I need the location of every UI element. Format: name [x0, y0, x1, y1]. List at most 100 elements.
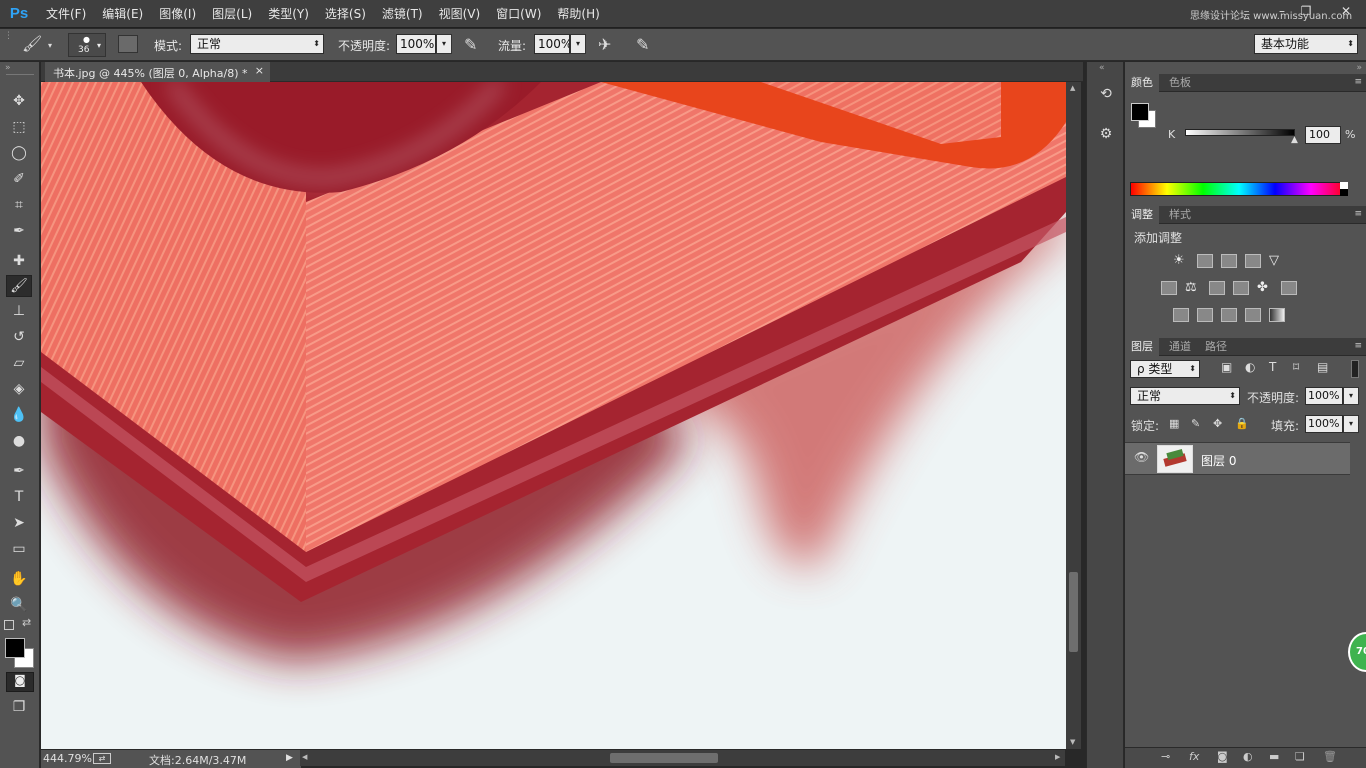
history-panel-icon[interactable]: ⟲ [1096, 86, 1116, 106]
menu-filter[interactable]: 滤镜(T) [374, 0, 431, 28]
blur-tool-icon[interactable]: 💧 [6, 404, 32, 426]
trash-icon[interactable]: 🗑 [1323, 750, 1337, 763]
tab-channels[interactable]: 通道 [1163, 338, 1197, 356]
filter-pixel-icon[interactable]: ▣ [1221, 360, 1232, 374]
layer-filter-select[interactable]: ρ 类型 ⬍ [1130, 360, 1200, 378]
expand-panels-icon[interactable]: « [1099, 63, 1105, 73]
k-slider-handle-icon[interactable]: ▲ [1291, 135, 1298, 145]
tab-swatches[interactable]: 色板 [1163, 74, 1197, 92]
ramp-black-swatch[interactable] [1340, 189, 1348, 196]
dodge-tool-icon[interactable]: ● [6, 430, 32, 452]
adjustment-icon[interactable]: ◐ [1243, 750, 1253, 763]
horizontal-scrollbar[interactable]: ◀ ▶ [300, 750, 1065, 766]
close-window-button[interactable]: ✕ [1336, 3, 1356, 19]
threshold-adjust-icon[interactable] [1221, 308, 1237, 322]
brush-tool-icon[interactable]: 🖌 [6, 275, 32, 297]
rectangle-tool-icon[interactable]: ▭ [6, 538, 32, 560]
quick-mask-icon[interactable]: ◙ [6, 672, 34, 692]
export-icon[interactable]: ⇄ [93, 753, 111, 764]
scroll-right-icon[interactable]: ▶ [1055, 753, 1060, 761]
default-colors-icon[interactable] [4, 620, 14, 630]
swap-colors-icon[interactable]: ⇄ [22, 616, 31, 629]
k-slider-track[interactable] [1185, 129, 1295, 136]
channel-mixer-adjust-icon[interactable]: ✤ [1257, 281, 1273, 295]
hue-saturation-adjust-icon[interactable] [1161, 281, 1177, 295]
lock-image-icon[interactable]: ✎ [1191, 417, 1200, 430]
properties-panel-icon[interactable]: ⚙ [1096, 126, 1116, 146]
history-brush-tool-icon[interactable]: ↺ [6, 326, 32, 348]
flow-input[interactable]: 100% [534, 34, 570, 54]
flow-dropdown-icon[interactable]: ▾ [570, 34, 586, 54]
pressure-size-icon[interactable]: ✎ [636, 35, 649, 54]
brush-panel-toggle-icon[interactable] [118, 35, 138, 53]
mask-icon[interactable]: ◙ [1217, 750, 1228, 763]
zoom-tool-icon[interactable]: 🔍 [6, 594, 32, 616]
healing-brush-tool-icon[interactable]: ✚ [6, 250, 32, 272]
k-value-input[interactable]: 100 [1305, 126, 1341, 144]
lasso-tool-icon[interactable]: ◯ [6, 142, 32, 164]
fill-dropdown-icon[interactable]: ▾ [1343, 415, 1359, 433]
lock-all-icon[interactable]: 🔒 [1235, 417, 1249, 430]
tab-adjustments[interactable]: 调整 [1125, 206, 1159, 224]
link-icon[interactable]: ⊸ [1161, 750, 1170, 763]
lock-position-icon[interactable]: ✥ [1213, 417, 1222, 430]
opacity-dropdown-icon[interactable]: ▾ [436, 34, 452, 54]
layer-row[interactable]: 👁 图层 0 [1125, 442, 1350, 475]
tab-layers[interactable]: 图层 [1125, 338, 1159, 356]
black-white-adjust-icon[interactable] [1209, 281, 1225, 295]
clone-stamp-tool-icon[interactable]: ⊥ [6, 300, 32, 322]
move-tool-icon[interactable]: ✥ [6, 90, 32, 112]
paint-bucket-tool-icon[interactable]: ◈ [6, 378, 32, 400]
collapse-panels-icon[interactable]: » [1356, 63, 1362, 73]
collapse-toolbox-icon[interactable]: » [5, 63, 11, 73]
brightness-adjust-icon[interactable]: ☀ [1173, 254, 1189, 268]
path-select-tool-icon[interactable]: ➤ [6, 512, 32, 534]
vertical-scrollbar[interactable]: ▲ ▼ [1066, 82, 1081, 749]
marquee-tool-icon[interactable]: ⬚ [6, 116, 32, 138]
vertical-scroll-thumb[interactable] [1069, 572, 1078, 652]
opacity-input[interactable]: 100% [396, 34, 436, 54]
exposure-adjust-icon[interactable] [1245, 254, 1261, 268]
filter-toggle-switch[interactable] [1351, 360, 1359, 378]
panel-menu-icon[interactable]: ≡ [1354, 209, 1362, 219]
workspace-select[interactable]: 基本功能 ⬍ [1254, 34, 1358, 54]
invert-adjust-icon[interactable] [1173, 308, 1189, 322]
pressure-opacity-icon[interactable]: ✎ [464, 35, 477, 54]
brush-size-picker[interactable]: ● 36 ▾ [68, 33, 106, 57]
mode-select[interactable]: 正常 ⬍ [190, 34, 324, 54]
scroll-down-icon[interactable]: ▼ [1070, 738, 1075, 746]
filter-adjustment-icon[interactable]: ◐ [1245, 360, 1255, 374]
folder-icon[interactable]: ▬ [1269, 750, 1279, 763]
pen-tool-icon[interactable]: ✒ [6, 460, 32, 482]
eyedropper-tool-icon[interactable]: ✒ [6, 220, 32, 242]
panel-menu-icon[interactable]: ≡ [1354, 341, 1362, 351]
photo-filter-adjust-icon[interactable] [1233, 281, 1249, 295]
vibrance-adjust-icon[interactable]: ▽ [1269, 254, 1285, 268]
menu-layer[interactable]: 图层(L) [204, 0, 260, 28]
lock-transparent-icon[interactable]: ▦ [1169, 417, 1179, 430]
layer-opacity-dropdown-icon[interactable]: ▾ [1343, 387, 1359, 405]
status-menu-icon[interactable]: ▶ [286, 753, 293, 763]
hand-tool-icon[interactable]: ✋ [6, 568, 32, 590]
zoom-level[interactable]: 444.79% [43, 752, 92, 765]
crop-tool-icon[interactable]: ⌗ [6, 194, 32, 216]
color-lookup-adjust-icon[interactable] [1281, 281, 1297, 295]
preset-dropdown-icon[interactable]: ▾ [48, 41, 52, 50]
menu-type[interactable]: 类型(Y) [260, 0, 317, 28]
document-canvas[interactable] [41, 82, 1066, 749]
tab-styles[interactable]: 样式 [1163, 206, 1197, 224]
eraser-tool-icon[interactable]: ▱ [6, 352, 32, 374]
filter-shape-icon[interactable]: ⌑ [1293, 360, 1299, 374]
menu-edit[interactable]: 编辑(E) [94, 0, 151, 28]
document-tab[interactable]: 书本.jpg @ 445% (图层 0, Alpha/8) * × [45, 62, 270, 82]
filter-smart-object-icon[interactable]: ▤ [1317, 360, 1328, 374]
horizontal-scroll-thumb[interactable] [610, 753, 718, 763]
posterize-adjust-icon[interactable] [1197, 308, 1213, 322]
menu-select[interactable]: 选择(S) [317, 0, 374, 28]
tab-paths[interactable]: 路径 [1199, 338, 1233, 356]
type-tool-icon[interactable]: T [6, 486, 32, 508]
levels-adjust-icon[interactable] [1197, 254, 1213, 268]
layer-opacity-input[interactable]: 100% [1305, 387, 1343, 405]
filter-type-icon[interactable]: T [1269, 360, 1276, 374]
fx-icon[interactable]: fx [1189, 750, 1199, 763]
